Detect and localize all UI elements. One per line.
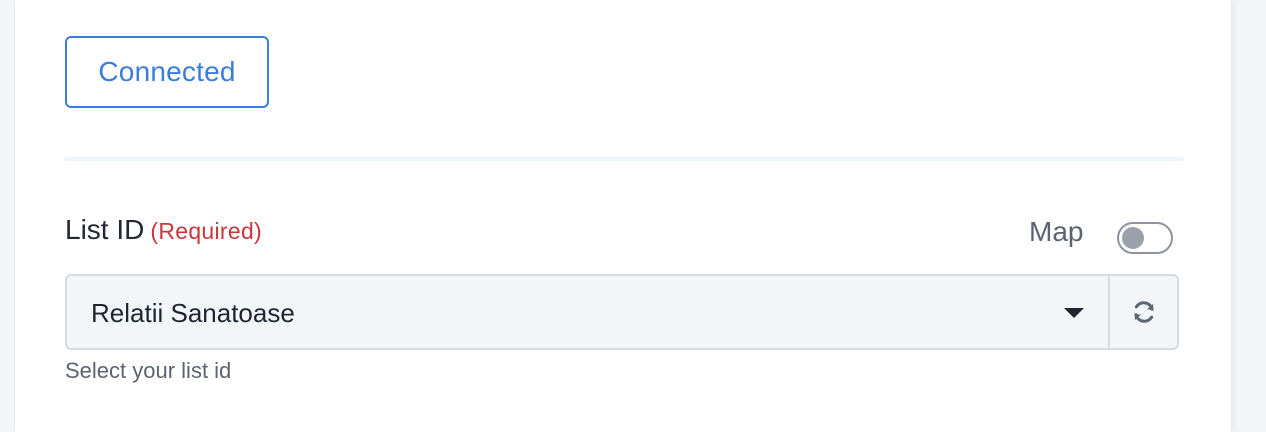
connected-button[interactable]: Connected: [65, 36, 269, 108]
caret-down-icon: [1064, 308, 1084, 318]
list-id-label: List ID (Required): [65, 214, 262, 246]
refresh-icon: [1133, 301, 1154, 323]
page-gutter: [0, 0, 14, 432]
list-id-label-text: List ID: [65, 214, 145, 245]
map-toggle-label: Map: [1029, 216, 1084, 247]
section-divider: [65, 157, 1183, 161]
list-id-select[interactable]: Relatii Sanatoase: [65, 274, 1109, 350]
map-toggle[interactable]: [1117, 222, 1173, 254]
map-toggle-knob: [1122, 227, 1144, 249]
required-indicator: (Required): [150, 218, 263, 244]
list-id-selected-value: Relatii Sanatoase: [91, 298, 295, 328]
list-id-helper-text: Select your list id: [65, 358, 232, 383]
refresh-list-button[interactable]: [1109, 274, 1179, 350]
settings-card: Connected List ID (Required) Map Relatii …: [14, 0, 1232, 432]
